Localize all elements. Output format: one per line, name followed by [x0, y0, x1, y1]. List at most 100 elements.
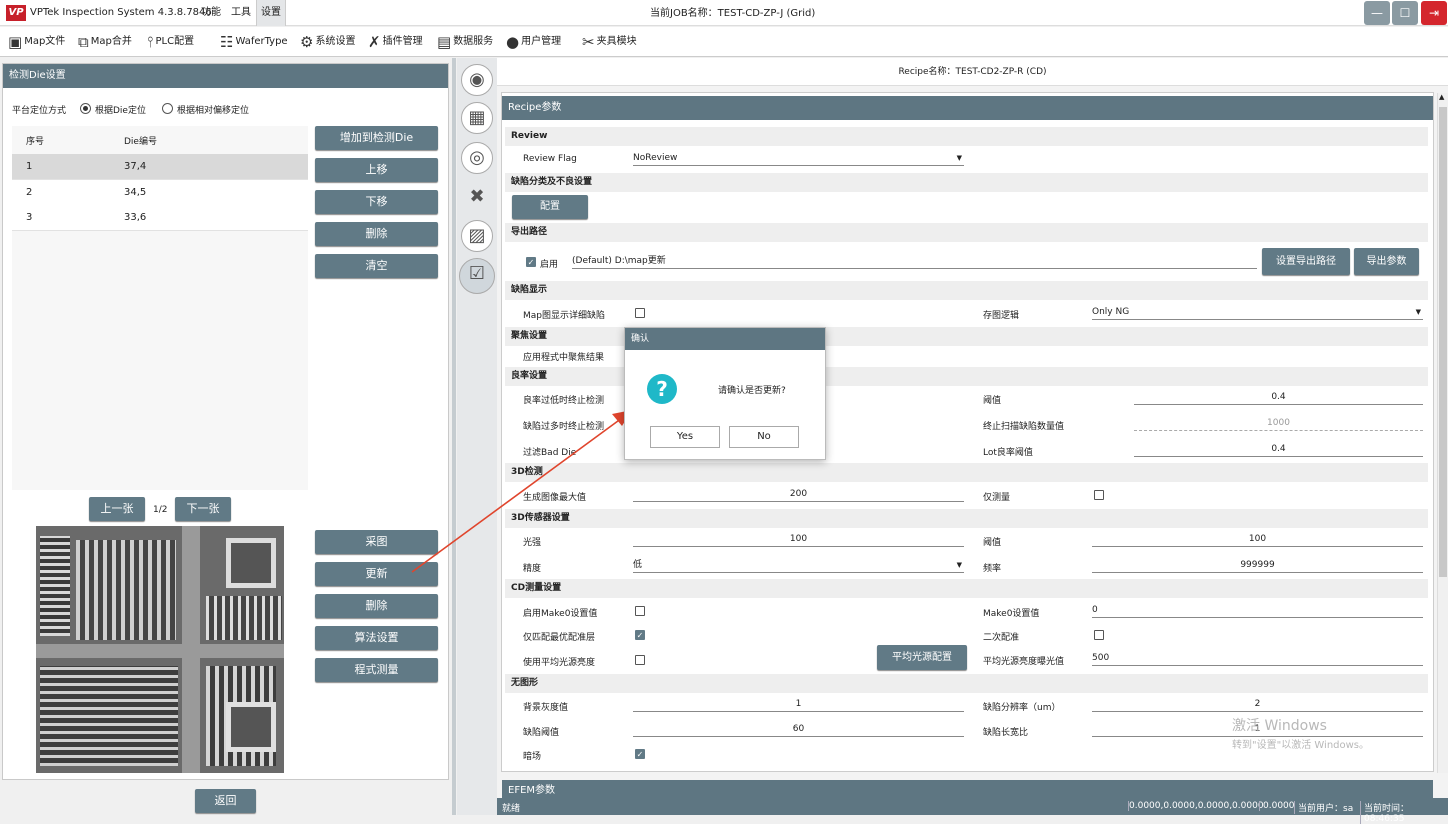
set-export-path-button[interactable]: 设置导出路径	[1262, 248, 1350, 275]
menu-settings[interactable]: 设置	[256, 0, 286, 26]
make0-set-label: Make0设置值	[983, 609, 1040, 619]
checklist-icon[interactable]: ☑	[459, 258, 495, 294]
frequency-field[interactable]: 999999	[1092, 559, 1423, 573]
exit-icon[interactable]: ⇥	[1421, 1, 1447, 25]
stop-count-field[interactable]: 1000	[1134, 417, 1423, 431]
chevron-down-icon: ▼	[956, 154, 962, 162]
wafer-list-icon[interactable]: ◎	[461, 142, 493, 174]
confirm-dialog: 确认 ? 请确认是否更新? Yes No	[624, 327, 826, 460]
match-best-label: 仅匹配最优配准层	[523, 633, 596, 643]
match-best-checkbox[interactable]: ✓	[635, 630, 645, 640]
threshold-field[interactable]: 0.4	[1134, 391, 1423, 405]
config-button[interactable]: 配置	[512, 195, 588, 219]
menu-tools[interactable]: 工具	[227, 0, 255, 26]
resolution-label: 缺陷分辨率（um）	[983, 703, 1061, 713]
menu-function[interactable]: 功能	[197, 0, 225, 26]
clear-button[interactable]: 清空	[315, 254, 438, 278]
efem-params-title[interactable]: EFEM参数	[502, 780, 1433, 798]
measure-only-checkbox[interactable]	[1094, 490, 1104, 500]
yes-button[interactable]: Yes	[650, 426, 720, 448]
user-icon: ●	[506, 33, 520, 51]
data-service-label: 数据服务	[453, 36, 494, 47]
resolution-field[interactable]: 2	[1092, 698, 1423, 712]
table-row[interactable]: 3 33,6	[12, 205, 308, 231]
move-down-button[interactable]: 下移	[315, 190, 438, 214]
image-max-field[interactable]: 200	[633, 488, 964, 502]
plugin-manage-label: 插件管理	[382, 36, 423, 47]
plugin-manage-button[interactable]: ✗ 插件管理	[368, 27, 423, 57]
radio-offset-position[interactable]	[162, 103, 173, 114]
delete-image-button[interactable]: 删除	[315, 594, 438, 618]
map-file-button[interactable]: ▣ Map文件	[8, 27, 65, 57]
prev-image-button[interactable]: 上一张	[89, 497, 145, 521]
table-row[interactable]: 1 37,4	[12, 154, 308, 180]
system-settings-label: 系统设置	[315, 36, 356, 47]
threshold2-field[interactable]: 100	[1092, 533, 1423, 547]
user-manage-button[interactable]: ● 用户管理	[506, 27, 561, 57]
save-logic-select[interactable]: Only NG ▼	[1092, 306, 1423, 320]
data-service-button[interactable]: ▤ 数据服务	[437, 27, 493, 57]
stop-count-label: 终止扫描缺陷数量值	[983, 422, 1065, 432]
recipe-params-title: Recipe参数	[502, 96, 1433, 120]
avg-exposure-field[interactable]: 500	[1092, 652, 1423, 666]
image-chart-icon[interactable]: ▨	[461, 220, 493, 252]
threshold-label: 阈值	[983, 396, 1002, 406]
defect-threshold-label: 缺陷阈值	[523, 728, 560, 738]
section-no-pattern: 无图形	[505, 674, 1428, 693]
enable-export-checkbox[interactable]: ✓	[526, 257, 536, 267]
map-show-checkbox[interactable]	[635, 308, 645, 318]
radio-offset-position-label: 根据相对偏移定位	[177, 106, 250, 116]
section-defect-class: 缺陷分类及不良设置	[505, 173, 1428, 192]
second-align-checkbox[interactable]	[1094, 630, 1104, 640]
scrollbar[interactable]: ▲	[1437, 93, 1448, 773]
table-row[interactable]: 2 34,5	[12, 180, 308, 206]
back-button[interactable]: 返回	[195, 789, 256, 813]
next-image-button[interactable]: 下一张	[175, 497, 231, 521]
add-detect-die-button[interactable]: 增加到检测Die	[315, 126, 438, 150]
camera-icon[interactable]: ◉	[461, 64, 493, 96]
map-merge-button[interactable]: ⧉ Map合并	[78, 27, 132, 57]
make0-field[interactable]: 0	[1092, 604, 1423, 618]
make0-checkbox[interactable]	[635, 606, 645, 616]
export-params-button[interactable]: 导出参数	[1354, 248, 1419, 275]
row-index: 2	[26, 187, 33, 198]
fixture-module-button[interactable]: ✂ 夹具模块	[582, 27, 637, 57]
positioning-mode-label: 平台定位方式	[12, 106, 67, 116]
plc-config-label: PLC配置	[155, 36, 195, 47]
dark-field-checkbox[interactable]: ✓	[635, 749, 645, 759]
minimize-icon[interactable]: —	[1364, 1, 1390, 25]
wafer-grid-icon[interactable]: ▦	[461, 102, 493, 134]
bg-gray-field[interactable]: 1	[633, 698, 964, 712]
frequency-label: 频率	[983, 564, 1002, 574]
tools-icon[interactable]: ✖	[461, 182, 493, 214]
avg-light-checkbox[interactable]	[635, 655, 645, 665]
status-z: 0.0000	[1259, 801, 1295, 811]
no-button[interactable]: No	[729, 426, 799, 448]
lot-threshold-field[interactable]: 0.4	[1134, 443, 1423, 457]
radio-die-position[interactable]	[80, 103, 91, 114]
delete-row-button[interactable]: 删除	[315, 222, 438, 246]
move-up-button[interactable]: 上移	[315, 158, 438, 182]
annotation-arrow	[411, 410, 632, 573]
data-service-icon: ▤	[437, 33, 452, 51]
make0-label: 启用Make0设置值	[523, 609, 598, 619]
row-die: 33,6	[124, 212, 147, 223]
page-indicator: 1/2	[153, 505, 168, 515]
avg-light-config-button[interactable]: 平均光源配置	[877, 645, 967, 670]
light-field[interactable]: 100	[633, 533, 964, 547]
maximize-icon[interactable]: ☐	[1392, 1, 1418, 25]
map-merge-label: Map合并	[90, 36, 132, 47]
precision-select[interactable]: 低 ▼	[633, 559, 964, 573]
wafertype-button[interactable]: ☷ WaferType	[220, 27, 288, 57]
plc-config-button[interactable]: ⫯ PLC配置	[147, 27, 194, 57]
defect-threshold-field[interactable]: 60	[633, 723, 964, 737]
die-settings-title: 检测Die设置	[3, 64, 448, 88]
recipe-name: Recipe名称：TEST-CD2-ZP-R (CD)	[497, 58, 1448, 86]
system-settings-button[interactable]: ⚙ 系统设置	[300, 27, 355, 57]
bg-gray-label: 背景灰度值	[523, 703, 569, 713]
export-path-field[interactable]: (Default) D:\map更新	[572, 255, 1257, 269]
algorithm-settings-button[interactable]: 算法设置	[315, 626, 438, 650]
program-measure-button[interactable]: 程式测量	[315, 658, 438, 682]
job-name: 当前JOB名称：TEST-CD-ZP-J (Grid)	[650, 8, 816, 19]
review-flag-select[interactable]: NoReview ▼	[633, 152, 964, 166]
